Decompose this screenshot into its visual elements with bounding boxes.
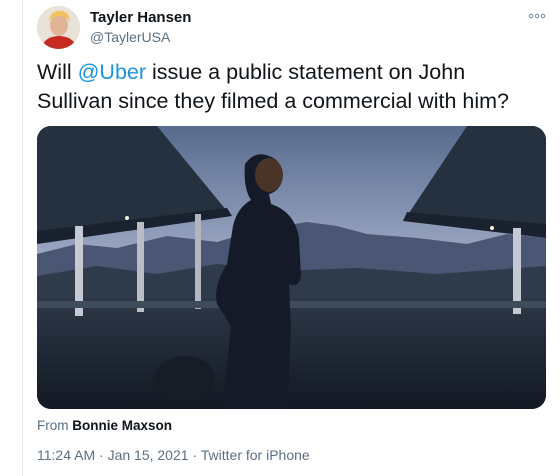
avatar[interactable] [37, 6, 80, 49]
more-dots-icon [528, 13, 546, 19]
video-player[interactable] [37, 126, 546, 409]
attribution-prefix: From [37, 418, 73, 433]
tweet-client[interactable]: Twitter for iPhone [201, 447, 310, 463]
meta-separator: · [188, 447, 201, 463]
tweet-metadata: 11:24 AM · Jan 15, 2021 · Twitter for iP… [37, 447, 310, 463]
tweet-time[interactable]: 11:24 AM [37, 447, 95, 463]
avatar-image [37, 6, 80, 49]
mention-link[interactable]: @Uber [78, 60, 146, 84]
tweet-text-lead: Will [37, 60, 78, 84]
attribution: From Bonnie Maxson [37, 418, 172, 433]
meta-separator: · [95, 447, 108, 463]
author-handle[interactable]: @TaylerUSA [90, 29, 170, 45]
attribution-source-link[interactable]: Bonnie Maxson [72, 418, 172, 433]
timeline-divider [22, 0, 23, 476]
more-options-button[interactable] [527, 9, 547, 21]
tweet-text: Will @Uber issue a public statement on J… [37, 58, 542, 116]
author-name[interactable]: Tayler Hansen [90, 9, 191, 26]
video-frame [37, 126, 546, 409]
tweet-date[interactable]: Jan 15, 2021 [108, 447, 189, 463]
